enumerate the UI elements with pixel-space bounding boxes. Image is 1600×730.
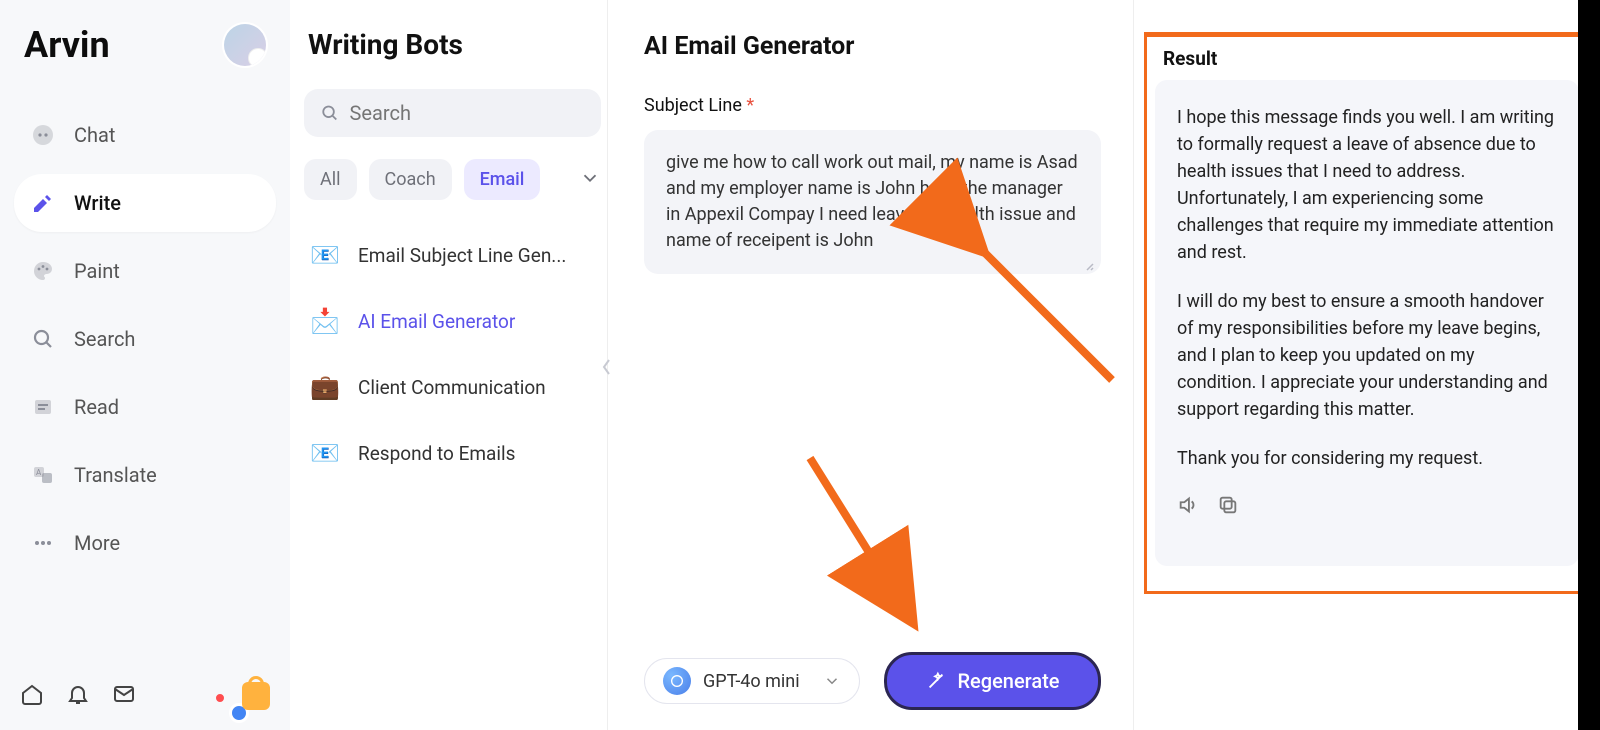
- page-title: AI Email Generator: [644, 32, 1101, 61]
- store-icon[interactable]: [242, 682, 270, 710]
- bot-item-client-comm[interactable]: 💼 Client Communication: [304, 354, 601, 420]
- search-icon: [30, 326, 56, 352]
- result-title: Result: [1155, 43, 1579, 80]
- nav-paint[interactable]: Paint: [14, 242, 276, 300]
- translate-icon: A: [30, 462, 56, 488]
- right-edge-strip: [1578, 0, 1600, 730]
- nav-label: Search: [74, 327, 135, 351]
- more-icon: [30, 530, 56, 556]
- briefcase-icon: 💼: [310, 372, 340, 402]
- nav-read[interactable]: Read: [14, 378, 276, 436]
- bot-item-subject-line[interactable]: 📧 Email Subject Line Gen...: [304, 222, 601, 288]
- bot-label: Client Communication: [358, 376, 546, 399]
- result-body: I hope this message finds you well. I am…: [1155, 80, 1579, 566]
- search-field[interactable]: [350, 101, 585, 125]
- bot-list: 📧 Email Subject Line Gen... 📩 AI Email G…: [304, 222, 601, 486]
- home-icon[interactable]: [20, 682, 44, 710]
- mail-icon[interactable]: [112, 682, 136, 710]
- result-highlight-box: Result I hope this message finds you wel…: [1144, 32, 1590, 594]
- filter-email[interactable]: Email: [464, 159, 541, 200]
- nav-label: Paint: [74, 259, 120, 283]
- result-paragraph: I will do my best to ensure a smooth han…: [1177, 288, 1557, 423]
- nav-write[interactable]: Write: [14, 174, 276, 232]
- avatar[interactable]: [224, 24, 266, 66]
- envelope-icon: 📧: [310, 438, 340, 468]
- subject-value: give me how to call work out mail, my na…: [666, 152, 1078, 251]
- bot-item-respond[interactable]: 📧 Respond to Emails: [304, 420, 601, 486]
- nav-chat[interactable]: Chat: [14, 106, 276, 164]
- magic-icon: [925, 670, 947, 692]
- filter-all[interactable]: All: [304, 159, 357, 200]
- column-collapse-handle[interactable]: [600, 356, 614, 382]
- svg-text:A: A: [36, 468, 42, 477]
- nav-label: Write: [74, 191, 121, 215]
- bottom-bar: [14, 678, 276, 714]
- bot-label: Email Subject Line Gen...: [358, 244, 566, 267]
- model-icon: [663, 667, 691, 695]
- search-icon: [320, 102, 340, 124]
- nav-label: More: [74, 531, 120, 555]
- regenerate-label: Regenerate: [957, 669, 1059, 693]
- form-column: AI Email Generator Subject Line * give m…: [608, 0, 1134, 730]
- nav-translate[interactable]: A Translate: [14, 446, 276, 504]
- book-icon: [30, 394, 56, 420]
- envelope-icon: 📧: [310, 240, 340, 270]
- search-input[interactable]: [304, 89, 601, 137]
- subject-input[interactable]: give me how to call work out mail, my na…: [644, 130, 1101, 274]
- filter-more-button[interactable]: [579, 167, 601, 193]
- nav-label: Translate: [74, 463, 157, 487]
- nav-label: Chat: [74, 123, 115, 147]
- regenerate-button[interactable]: Regenerate: [884, 652, 1101, 710]
- chat-icon: [30, 122, 56, 148]
- palette-icon: [30, 258, 56, 284]
- app-brand: Arvin: [24, 24, 110, 66]
- copy-icon[interactable]: [1217, 494, 1239, 524]
- bots-title: Writing Bots: [304, 28, 601, 61]
- bot-item-ai-email[interactable]: 📩 AI Email Generator: [304, 288, 601, 354]
- nav-more[interactable]: More: [14, 514, 276, 572]
- chevron-down-icon: [823, 672, 841, 690]
- result-paragraph: I hope this message finds you well. I am…: [1177, 104, 1557, 266]
- envelope-download-icon: 📩: [310, 306, 340, 336]
- model-selector[interactable]: GPT-4o mini: [644, 658, 860, 704]
- pen-icon: [30, 190, 56, 216]
- filter-coach[interactable]: Coach: [369, 159, 452, 200]
- filter-row: All Coach Email: [304, 159, 601, 200]
- speak-icon[interactable]: [1177, 494, 1199, 524]
- resize-handle-icon[interactable]: [1081, 254, 1095, 268]
- bots-column: Writing Bots All Coach Email 📧 Email Sub…: [290, 0, 608, 730]
- sidebar: Arvin Chat Write Paint Search Read A Tra…: [0, 0, 290, 730]
- result-column: Result I hope this message finds you wel…: [1134, 0, 1600, 730]
- bell-icon[interactable]: [66, 682, 90, 710]
- nav-label: Read: [74, 395, 119, 419]
- nav: Chat Write Paint Search Read A Translate…: [14, 106, 276, 678]
- nav-search[interactable]: Search: [14, 310, 276, 368]
- bot-label: AI Email Generator: [358, 310, 515, 333]
- result-paragraph: Thank you for considering my request.: [1177, 445, 1557, 472]
- model-name: GPT-4o mini: [703, 671, 800, 692]
- bot-label: Respond to Emails: [358, 442, 515, 465]
- subject-label: Subject Line *: [644, 95, 1101, 116]
